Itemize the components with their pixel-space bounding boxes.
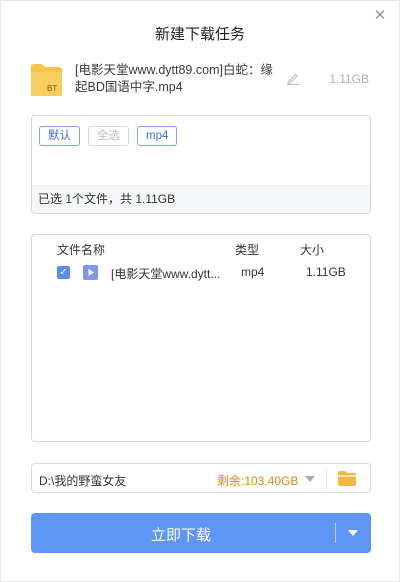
row-file-name: [电影天堂www.dytt... [111,267,221,281]
header-name[interactable]: 文件名称 [57,241,105,258]
header-size[interactable]: 大小 [300,241,324,258]
save-path-field[interactable]: D:\我的野蛮女友 剩余:103.40GB [31,463,371,493]
file-row[interactable]: ✓ [电影天堂www.dytt... mp4 1.11GB [32,263,370,283]
save-path: D:\我的野蛮女友 [39,474,127,488]
bt-file-icon: BT [30,63,63,97]
chip-mp4[interactable]: mp4 [137,126,178,146]
dialog-title: 新建下载任务 [154,26,245,43]
selected-summary: 已选 1个文件，共 1.11GB [32,185,370,213]
chip-default[interactable]: 默认 [39,126,80,146]
file-list: 文件名称 类型 大小 ✓ [电影天堂www.dytt... mp4 1.11GB [31,234,371,442]
file-filter-panel: 默认 全选 mp4 已选 1个文件，共 1.11GB [31,115,371,214]
row-checkbox[interactable]: ✓ [57,266,70,279]
chip-select-all[interactable]: 全选 [88,126,129,146]
close-icon[interactable]: ✕ [371,7,389,25]
folder-icon[interactable] [337,470,357,487]
divider [335,523,336,543]
task-file-name: [电影天堂www.dytt89.com]白蛇：缘起BD国语中字.mp4 [75,63,273,94]
row-file-size: 1.11GB [306,265,346,279]
task-file-size: 1.11GB [329,72,369,86]
download-button-label: 立即下载 [150,527,211,544]
header-type[interactable]: 类型 [235,241,259,258]
edit-icon[interactable] [286,71,300,85]
dropdown-arrow-icon[interactable] [348,530,358,536]
new-download-dialog: 新建下载任务 ✕ BT [电影天堂www.dytt89.com]白蛇：缘起BD国… [0,0,400,582]
free-space: 剩余:103.40GB [217,474,299,488]
filter-chips: 默认 全选 mp4 [39,126,178,146]
chevron-down-icon[interactable] [305,476,315,482]
bt-badge: BT [47,84,57,93]
video-file-icon [83,265,98,280]
row-file-type: mp4 [241,265,265,279]
file-list-header: 文件名称 类型 大小 [32,241,370,257]
download-now-button[interactable]: 立即下载 [31,513,371,553]
divider [326,469,327,489]
